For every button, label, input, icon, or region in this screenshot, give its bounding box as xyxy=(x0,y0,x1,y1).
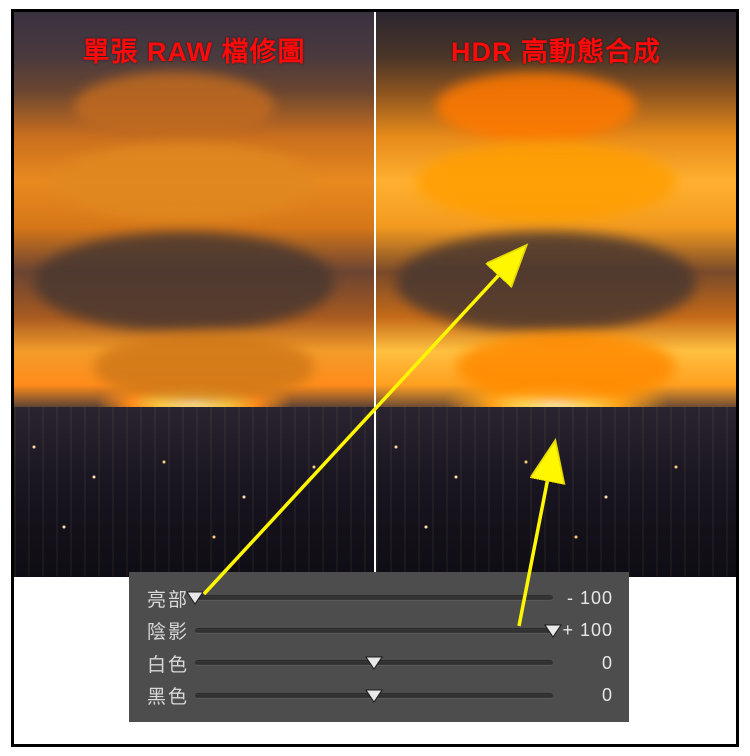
slider-shadows[interactable] xyxy=(195,621,553,641)
slider-highlights[interactable] xyxy=(195,588,553,608)
comparison-frame: 單張 RAW 檔修圖 HDR 高動態合成 亮部 - 100 陰影 xyxy=(11,9,739,747)
slider-label-highlights: 亮部 xyxy=(141,585,195,612)
slider-row-whites: 白色 0 xyxy=(141,648,613,678)
slider-value-highlights[interactable]: - 100 xyxy=(553,588,613,609)
slider-row-blacks: 黑色 0 xyxy=(141,681,613,711)
slider-label-whites: 白色 xyxy=(141,650,195,677)
right-image-city xyxy=(376,407,736,577)
slider-label-blacks: 黑色 xyxy=(141,682,195,709)
left-title: 單張 RAW 檔修圖 xyxy=(14,30,374,69)
slider-row-shadows: 陰影 + 100 xyxy=(141,616,613,646)
slider-value-shadows[interactable]: + 100 xyxy=(553,620,613,641)
slider-whites[interactable] xyxy=(195,653,553,673)
slider-value-blacks[interactable]: 0 xyxy=(553,685,613,706)
slider-row-highlights: 亮部 - 100 xyxy=(141,583,613,613)
slider-label-shadows: 陰影 xyxy=(141,617,195,644)
tone-slider-panel: 亮部 - 100 陰影 + 100 白色 xyxy=(129,572,629,722)
right-image-panel: HDR 高動態合成 xyxy=(374,12,736,577)
image-comparison: 單張 RAW 檔修圖 HDR 高動態合成 xyxy=(14,12,736,577)
right-title: HDR 高動態合成 xyxy=(376,30,736,69)
left-image-panel: 單張 RAW 檔修圖 xyxy=(14,12,374,577)
slider-blacks[interactable] xyxy=(195,686,553,706)
left-image-city xyxy=(14,407,374,577)
slider-value-whites[interactable]: 0 xyxy=(553,653,613,674)
